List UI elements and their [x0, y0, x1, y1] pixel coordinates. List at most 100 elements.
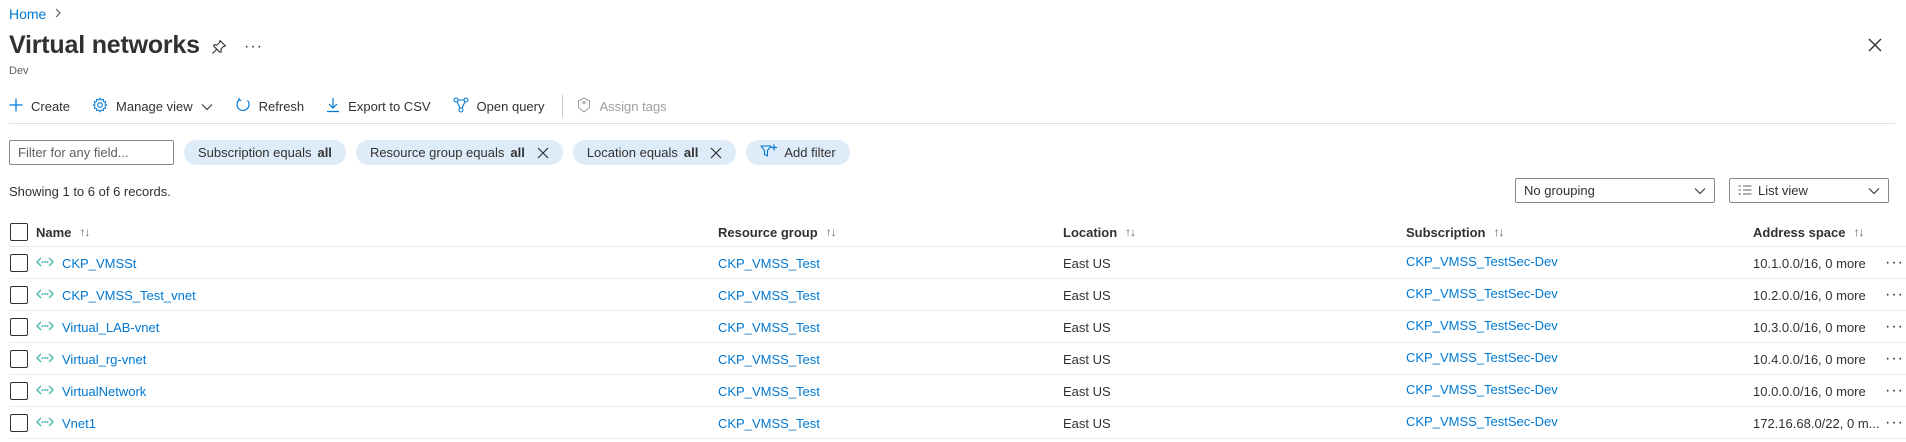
row-more-icon[interactable]: ···	[1885, 247, 1904, 279]
refresh-icon	[235, 97, 251, 116]
resource-group-link[interactable]: CKP_VMSS_Test	[718, 247, 820, 279]
subscription-link[interactable]: CKP_VMSS_TestSec-Dev	[1406, 245, 1558, 277]
create-button[interactable]: Create	[9, 98, 70, 115]
grouping-selected: No grouping	[1524, 183, 1595, 198]
open-query-button[interactable]: Open query	[452, 96, 545, 116]
subscription-link[interactable]: CKP_VMSS_TestSec-Dev	[1406, 373, 1558, 405]
records-count: Showing 1 to 6 of 6 records.	[9, 184, 171, 199]
location-filter-value: all	[683, 145, 699, 160]
address-space-cell: 10.1.0.0/16, 0 more	[1753, 255, 1866, 271]
column-address-space-label: Address space	[1753, 224, 1846, 240]
address-space-cell: 10.0.0.0/16, 0 more	[1753, 383, 1866, 399]
command-bar: Create Manage view Refresh Export to CSV…	[9, 94, 689, 118]
table-row[interactable]: Virtual_LAB-vnet CKP_VMSS_Test East US C…	[9, 311, 1906, 343]
tag-icon	[577, 96, 591, 116]
resource-group-link[interactable]: CKP_VMSS_Test	[718, 375, 820, 407]
row-more-icon[interactable]: ···	[1885, 311, 1904, 343]
table-body: CKP_VMSSt CKP_VMSS_Test East US CKP_VMSS…	[9, 247, 1906, 439]
close-icon[interactable]	[1866, 36, 1884, 54]
location-filter-pill[interactable]: Location equals all	[572, 140, 737, 165]
resource-group-link[interactable]: CKP_VMSS_Test	[718, 279, 820, 311]
select-all-checkbox[interactable]	[10, 223, 28, 241]
resource-group-filter-label: Resource group equals	[369, 145, 505, 160]
address-space-cell: 10.3.0.0/16, 0 more	[1753, 319, 1866, 335]
table-row[interactable]: CKP_VMSS_Test_vnet CKP_VMSS_Test East US…	[9, 279, 1906, 311]
resource-group-link[interactable]: CKP_VMSS_Test	[718, 343, 820, 375]
export-csv-button[interactable]: Export to CSV	[326, 97, 431, 116]
refresh-label: Refresh	[258, 98, 305, 114]
row-checkbox[interactable]	[10, 414, 28, 432]
more-actions-icon[interactable]: ···	[244, 38, 263, 56]
assign-tags-button[interactable]: Assign tags	[577, 96, 667, 116]
subscription-link[interactable]: CKP_VMSS_TestSec-Dev	[1406, 341, 1558, 373]
row-checkbox[interactable]	[10, 350, 28, 368]
subscription-filter-label: Subscription equals	[198, 145, 312, 160]
row-checkbox[interactable]	[10, 254, 28, 272]
open-query-label: Open query	[476, 98, 545, 114]
table-row[interactable]: CKP_VMSSt CKP_VMSS_Test East US CKP_VMSS…	[9, 247, 1906, 279]
gear-icon	[92, 97, 108, 116]
vnet-icon	[35, 416, 55, 431]
column-resource-group-label: Resource group	[718, 224, 818, 240]
resource-group-filter-pill[interactable]: Resource group equals all	[355, 140, 563, 165]
vnet-name-link[interactable]: Virtual_LAB-vnet	[62, 320, 159, 335]
refresh-button[interactable]: Refresh	[235, 97, 305, 116]
address-space-cell: 10.2.0.0/16, 0 more	[1753, 287, 1866, 303]
column-name-label: Name	[36, 224, 72, 240]
close-icon[interactable]	[710, 147, 722, 159]
download-icon	[326, 97, 340, 116]
pin-icon[interactable]	[211, 39, 227, 55]
table-row[interactable]: Vnet1 CKP_VMSS_Test East US CKP_VMSS_Tes…	[9, 407, 1906, 439]
close-icon[interactable]	[537, 147, 549, 159]
subscription-link[interactable]: CKP_VMSS_TestSec-Dev	[1406, 309, 1558, 341]
vnet-name-link[interactable]: Vnet1	[62, 416, 96, 431]
row-more-icon[interactable]: ···	[1885, 375, 1904, 407]
vnet-name-link[interactable]: CKP_VMSS_Test_vnet	[62, 288, 196, 303]
location-cell: East US	[1063, 255, 1111, 271]
assign-tags-label: Assign tags	[599, 98, 667, 114]
table-row[interactable]: Virtual_rg-vnet CKP_VMSS_Test East US CK…	[9, 343, 1906, 375]
breadcrumb: Home	[9, 6, 62, 22]
subscription-link[interactable]: CKP_VMSS_TestSec-Dev	[1406, 277, 1558, 309]
vnet-icon	[35, 384, 55, 399]
sort-icon: ↑↓	[79, 225, 90, 239]
add-filter-button[interactable]: Add filter	[746, 140, 850, 165]
toolbar-divider	[562, 95, 564, 117]
subscription-link[interactable]: CKP_VMSS_TestSec-Dev	[1406, 405, 1558, 437]
grouping-dropdown[interactable]: No grouping	[1515, 178, 1715, 203]
subscription-filter-pill[interactable]: Subscription equals all	[184, 140, 346, 165]
chevron-down-icon	[201, 99, 213, 114]
column-header-resource-group[interactable]: Resource group ↑↓	[718, 217, 837, 247]
vnet-icon	[35, 352, 55, 367]
location-filter-label: Location equals	[586, 145, 678, 160]
chevron-down-icon	[1868, 183, 1880, 198]
vnet-name-link[interactable]: VirtualNetwork	[62, 384, 146, 399]
address-space-cell: 172.16.68.0/22, 0 m...	[1753, 415, 1880, 431]
view-dropdown[interactable]: List view	[1729, 178, 1889, 203]
address-space-cell: 10.4.0.0/16, 0 more	[1753, 351, 1866, 367]
location-cell: East US	[1063, 319, 1111, 335]
table-row[interactable]: VirtualNetwork CKP_VMSS_Test East US CKP…	[9, 375, 1906, 407]
create-label: Create	[31, 98, 71, 114]
column-header-subscription[interactable]: Subscription ↑↓	[1406, 217, 1504, 247]
column-header-name[interactable]: Name ↑↓	[36, 217, 90, 247]
export-csv-label: Export to CSV	[348, 98, 431, 114]
breadcrumb-home-link[interactable]: Home	[9, 6, 46, 22]
page-title: Virtual networks	[9, 31, 200, 59]
column-header-address-space[interactable]: Address space ↑↓	[1753, 217, 1865, 247]
vnet-icon	[35, 288, 55, 303]
row-more-icon[interactable]: ···	[1885, 343, 1904, 375]
row-more-icon[interactable]: ···	[1885, 279, 1904, 311]
query-icon	[452, 96, 469, 116]
filter-input[interactable]	[9, 140, 174, 165]
row-checkbox[interactable]	[10, 382, 28, 400]
resource-group-link[interactable]: CKP_VMSS_Test	[718, 407, 820, 439]
manage-view-button[interactable]: Manage view	[92, 97, 213, 116]
vnet-name-link[interactable]: CKP_VMSSt	[62, 256, 136, 271]
resource-group-link[interactable]: CKP_VMSS_Test	[718, 311, 820, 343]
row-checkbox[interactable]	[10, 286, 28, 304]
column-header-location[interactable]: Location ↑↓	[1063, 217, 1136, 247]
row-checkbox[interactable]	[10, 318, 28, 336]
row-more-icon[interactable]: ···	[1885, 407, 1904, 439]
vnet-name-link[interactable]: Virtual_rg-vnet	[62, 352, 146, 367]
